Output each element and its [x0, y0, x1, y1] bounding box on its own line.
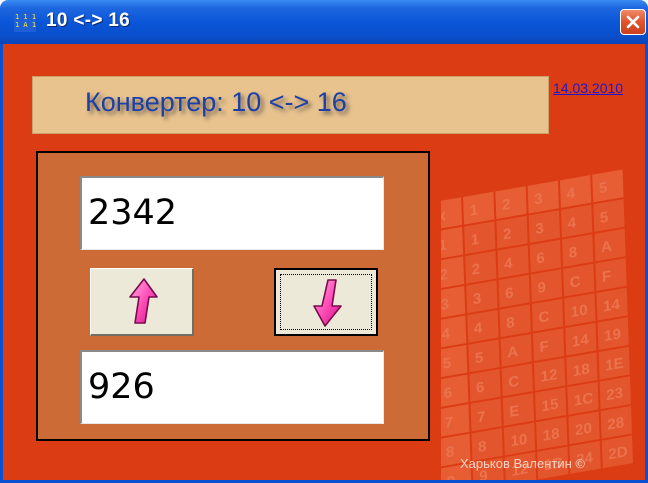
header-panel: Конвертер: 10 <-> 16 — [32, 76, 549, 134]
table-cell-label: 4 — [567, 214, 577, 232]
table-cell-label: 6 — [476, 379, 485, 397]
table-cell — [498, 274, 530, 308]
table-cell-label: 6 — [443, 384, 452, 402]
table-cell-label: 28 — [607, 414, 624, 434]
convert-decimal-to-hex-button[interactable] — [274, 268, 378, 336]
table-cell-label: 3 — [534, 190, 543, 208]
table-cell — [527, 180, 559, 214]
table-cell — [464, 221, 496, 255]
table-cell-label: F — [539, 338, 549, 356]
table-cell-label: 1E — [605, 355, 624, 375]
table-cell — [496, 215, 528, 249]
page-title: Конвертер: 10 <-> 16 — [85, 87, 347, 117]
calculator-grid-icon: 1 1 1 1 A 1 — [14, 12, 36, 32]
table-cell-label: 23 — [606, 385, 623, 405]
app-window: 1 1 1 1 A 1 10 <-> 16 x1234511234522468A… — [0, 0, 648, 483]
table-cell — [495, 186, 527, 220]
hex-input[interactable]: 926 — [80, 350, 384, 424]
table-cell — [561, 204, 593, 238]
author-credit: Харьков Валентин © — [460, 456, 585, 471]
table-cell-label: 19 — [604, 326, 621, 346]
table-cell — [530, 269, 563, 303]
table-cell — [497, 245, 529, 279]
table-cell-label: 7 — [444, 414, 453, 432]
table-cell-label: C — [538, 308, 550, 327]
decimal-input[interactable]: 2342 — [80, 176, 384, 250]
table-cell-label: 1 — [469, 201, 478, 219]
table-cell-label: 18 — [573, 361, 590, 381]
table-cell — [466, 280, 498, 314]
table-cell — [469, 369, 501, 402]
multiplication-table-watermark: x 1 2 3 4 51 1 2 3 4 52 2 4 6 8 A3 3 6 9 C F4 4 8 C 10 145 5 A F 14 19… — [441, 169, 634, 483]
table-cell-label: 6 — [536, 249, 545, 267]
table-cell-label: A — [601, 238, 613, 257]
table-cell-label: 8 — [506, 314, 515, 332]
table-cell-label: 2 — [471, 261, 480, 279]
table-cell-label: E — [509, 402, 520, 420]
table-cell-label: C — [508, 373, 520, 392]
table-cell-label: 3 — [535, 220, 544, 238]
table-cell-label: 12 — [540, 366, 557, 386]
table-cell-label: 8 — [446, 443, 455, 461]
arrow-up-icon — [129, 278, 158, 324]
table-cell — [467, 309, 499, 343]
table-cell — [465, 250, 497, 284]
table-cell — [562, 234, 594, 267]
table-cell-label: 15 — [541, 396, 558, 416]
table-cell-label: C — [569, 273, 581, 292]
date-link[interactable]: 14.03.2010 — [553, 80, 623, 96]
table-cell-label: 2D — [608, 443, 628, 463]
arrow-down-icon — [313, 279, 342, 327]
table-cell-label: 7 — [477, 408, 486, 426]
table-cell-label: 9 — [447, 473, 456, 483]
table-cell — [529, 239, 562, 273]
table-cell-label: 18 — [542, 425, 559, 445]
svg-text:1 1 1: 1 1 1 — [15, 13, 36, 21]
table-cell-label: 8 — [478, 438, 487, 456]
table-cell-label: 5 — [475, 349, 484, 367]
table-cell — [468, 339, 500, 373]
table-cell-label: 5 — [600, 209, 609, 227]
table-cell-label: 1 — [441, 237, 447, 255]
table-cell-label: 14 — [603, 296, 621, 316]
table-cell-label: 3 — [441, 296, 449, 314]
table-cell-label: 6 — [505, 285, 514, 303]
table-cell-label: 3 — [473, 290, 482, 308]
table-cell — [470, 398, 502, 432]
table-cell-label: 2 — [503, 225, 512, 243]
table-cell-label: 4 — [504, 255, 514, 273]
converter-panel: 2342 926 — [36, 151, 430, 441]
table-cell-label: 8 — [568, 244, 577, 262]
table-cell-label: 10 — [510, 431, 527, 451]
table-cell-label: 10 — [570, 302, 587, 322]
table-cell — [593, 199, 625, 232]
table-cell — [559, 175, 592, 208]
table-cell-label: A — [507, 343, 519, 362]
convert-hex-to-decimal-button[interactable] — [90, 268, 194, 336]
table-cell-label: 14 — [572, 331, 590, 351]
window-client-area: x 1 2 3 4 5 1 1 2 3 4 5 2 2 4 6 8 A 3 3 6 9 C F 4 4 8 C 10 14 5 5 A F 14 19… — [0, 44, 648, 483]
table-cell-label: 1 — [470, 231, 479, 249]
table-cell — [592, 169, 624, 203]
table-cell-label: 9 — [537, 279, 546, 297]
window-title: 10 <-> 16 — [46, 10, 131, 31]
table-cell-label: 4 — [441, 325, 451, 343]
table-cell — [528, 210, 560, 243]
table-cell-label: 20 — [575, 420, 592, 440]
svg-text:1 A 1: 1 A 1 — [15, 21, 36, 29]
table-cell — [463, 191, 495, 225]
table-cell-label: 2 — [441, 266, 448, 284]
close-button[interactable] — [620, 9, 646, 35]
table-cell-label: 2 — [502, 196, 511, 214]
table-cell-label: 1C — [574, 390, 594, 410]
table-cell-label: 4 — [566, 185, 576, 203]
table-cell — [499, 304, 531, 338]
table-cell-label: F — [602, 268, 612, 286]
table-cell-label: 5 — [599, 179, 608, 197]
title-bar[interactable]: 1 1 1 1 A 1 10 <-> 16 — [0, 0, 648, 44]
table-cell-label: 5 — [442, 355, 451, 373]
table-cell-label: 4 — [474, 320, 484, 338]
close-icon — [626, 15, 640, 29]
